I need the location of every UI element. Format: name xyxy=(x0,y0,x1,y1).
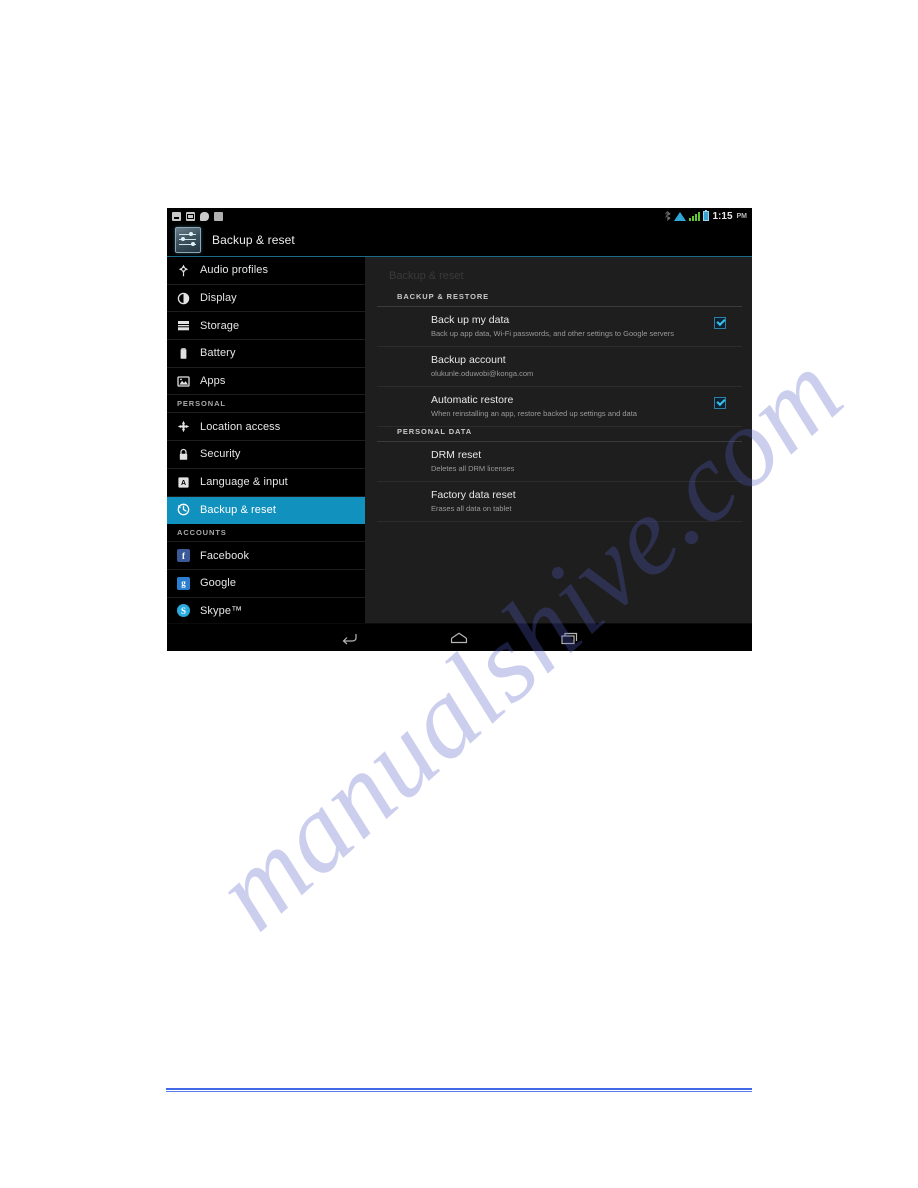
bluetooth-icon xyxy=(665,211,671,221)
language-icon: A xyxy=(177,476,190,489)
action-bar: Backup & reset xyxy=(167,224,752,257)
settings-row-subtitle: When reinstalling an app, restore backed… xyxy=(431,409,637,418)
sidebar-item-facebook[interactable]: f Facebook xyxy=(167,542,365,570)
settings-sidebar: Audio profiles Display Storage Battery Apps P… xyxy=(167,257,365,623)
back-icon[interactable] xyxy=(341,632,358,645)
mail-icon xyxy=(186,211,195,221)
sidebar-item-display[interactable]: Display xyxy=(167,285,365,313)
location-icon xyxy=(177,420,190,433)
settings-row[interactable]: Factory data reset Erases all data on tab… xyxy=(377,482,742,522)
section-heading: PERSONAL DATA xyxy=(377,427,742,442)
settings-row-title: Backup account xyxy=(431,354,506,366)
sidebar-item-apps[interactable]: Apps xyxy=(167,368,365,396)
settings-row-checkbox[interactable] xyxy=(714,397,726,409)
navigation-bar xyxy=(167,623,752,651)
tablet-screenshot: 1:15 PM Backup & reset Audio profiles Dis… xyxy=(167,208,752,651)
sidebar-item-label: Facebook xyxy=(200,549,250,562)
sidebar-item-language-input[interactable]: A Language & input xyxy=(167,469,365,497)
sidebar-heading: ACCOUNTS xyxy=(167,524,365,543)
sidebar-item-label: Location access xyxy=(200,420,281,433)
sidebar-item-label: Backup & reset xyxy=(200,503,276,516)
settings-row-text: Back up my data Back up app data, Wi-Fi p… xyxy=(431,314,714,339)
audio-profiles-icon xyxy=(177,264,190,277)
document-page: 1:15 PM Backup & reset Audio profiles Dis… xyxy=(0,0,918,1188)
footer-divider xyxy=(166,1088,752,1090)
settings-body: Audio profiles Display Storage Battery Apps P… xyxy=(167,257,752,623)
sidebar-item-label: Display xyxy=(200,292,237,305)
display-icon xyxy=(177,292,190,305)
sidebar-item-backup-reset[interactable]: Backup & reset xyxy=(167,496,365,525)
settings-row-text: Factory data reset Erases all data on tab… xyxy=(431,489,730,514)
sidebar-item-google[interactable]: g Google xyxy=(167,570,365,598)
status-bar-ampm: PM xyxy=(736,212,748,220)
sidebar-heading: PERSONAL xyxy=(167,395,365,414)
recents-icon[interactable] xyxy=(561,632,578,645)
sidebar-item-label: Audio profiles xyxy=(200,264,269,277)
settings-row-text: Automatic restore When reinstalling an ap… xyxy=(431,394,714,419)
settings-row[interactable]: Automatic restore When reinstalling an ap… xyxy=(377,387,742,427)
settings-row[interactable]: Back up my data Back up app data, Wi-Fi p… xyxy=(377,307,742,347)
settings-row-text: DRM reset Deletes all DRM licenses xyxy=(431,449,730,474)
lock-icon xyxy=(177,448,190,461)
apps-icon xyxy=(214,211,223,221)
sidebar-item-skype[interactable]: S Skype™ xyxy=(167,598,365,623)
sidebar-item-audio-profiles[interactable]: Audio profiles xyxy=(167,257,365,285)
sidebar-item-label: Skype™ xyxy=(200,604,243,617)
download-icon xyxy=(172,211,181,221)
settings-row-text: Backup account olukunle.oduwobi@konga.com xyxy=(431,354,730,379)
section-heading: BACKUP & RESTORE xyxy=(377,292,742,307)
battery-icon xyxy=(703,210,710,221)
settings-row-title: Factory data reset xyxy=(431,489,516,501)
sidebar-item-label: Apps xyxy=(200,375,226,388)
settings-row-subtitle: olukunle.oduwobi@konga.com xyxy=(431,369,534,378)
wifi-icon xyxy=(674,211,687,221)
sidebar-item-label: Security xyxy=(200,448,241,461)
facebook-icon: f xyxy=(177,549,190,563)
status-bar: 1:15 PM xyxy=(167,208,752,224)
apps-icon xyxy=(177,375,190,388)
settings-row-checkbox[interactable] xyxy=(714,317,726,329)
battery-icon xyxy=(177,347,190,360)
svg-text:A: A xyxy=(181,480,186,487)
settings-sections: BACKUP & RESTORE Back up my data Back up a… xyxy=(365,292,752,522)
settings-row[interactable]: DRM reset Deletes all DRM licenses xyxy=(377,442,742,482)
chat-icon xyxy=(200,211,209,221)
sidebar-item-label: Google xyxy=(200,577,237,590)
settings-row-title: DRM reset xyxy=(431,449,482,461)
settings-sliders-icon xyxy=(175,227,201,253)
google-icon: g xyxy=(177,576,190,590)
sidebar-item-location-access[interactable]: Location access xyxy=(167,413,365,442)
sidebar-item-label: Battery xyxy=(200,347,236,360)
sidebar-item-storage[interactable]: Storage xyxy=(167,312,365,341)
sidebar-item-battery[interactable]: Battery xyxy=(167,340,365,368)
system-status-icons: 1:15 PM xyxy=(664,210,748,222)
signal-icon xyxy=(689,211,701,221)
storage-icon xyxy=(177,319,190,332)
page-title: Backup & reset xyxy=(212,233,295,247)
content-panel-title: Backup & reset xyxy=(389,270,464,282)
skype-icon: S xyxy=(177,604,190,618)
settings-content-panel: Backup & reset BACKUP & RESTORE Back up m… xyxy=(365,257,752,623)
sidebar-item-security[interactable]: Security xyxy=(167,441,365,469)
settings-row-subtitle: Deletes all DRM licenses xyxy=(431,464,515,473)
sidebar-item-label: Storage xyxy=(200,319,240,332)
settings-row-title: Automatic restore xyxy=(431,394,514,406)
backup-reset-icon xyxy=(177,503,190,516)
status-bar-clock: 1:15 xyxy=(712,210,733,222)
home-icon[interactable] xyxy=(450,632,469,644)
footer-divider-secondary xyxy=(166,1091,752,1092)
settings-row-subtitle: Erases all data on tablet xyxy=(431,504,512,513)
notification-icons xyxy=(172,211,223,221)
sidebar-item-label: Language & input xyxy=(200,476,288,489)
settings-row[interactable]: Backup account olukunle.oduwobi@konga.com xyxy=(377,347,742,387)
settings-row-subtitle: Back up app data, Wi-Fi passwords, and o… xyxy=(431,329,675,338)
settings-row-title: Back up my data xyxy=(431,314,510,326)
